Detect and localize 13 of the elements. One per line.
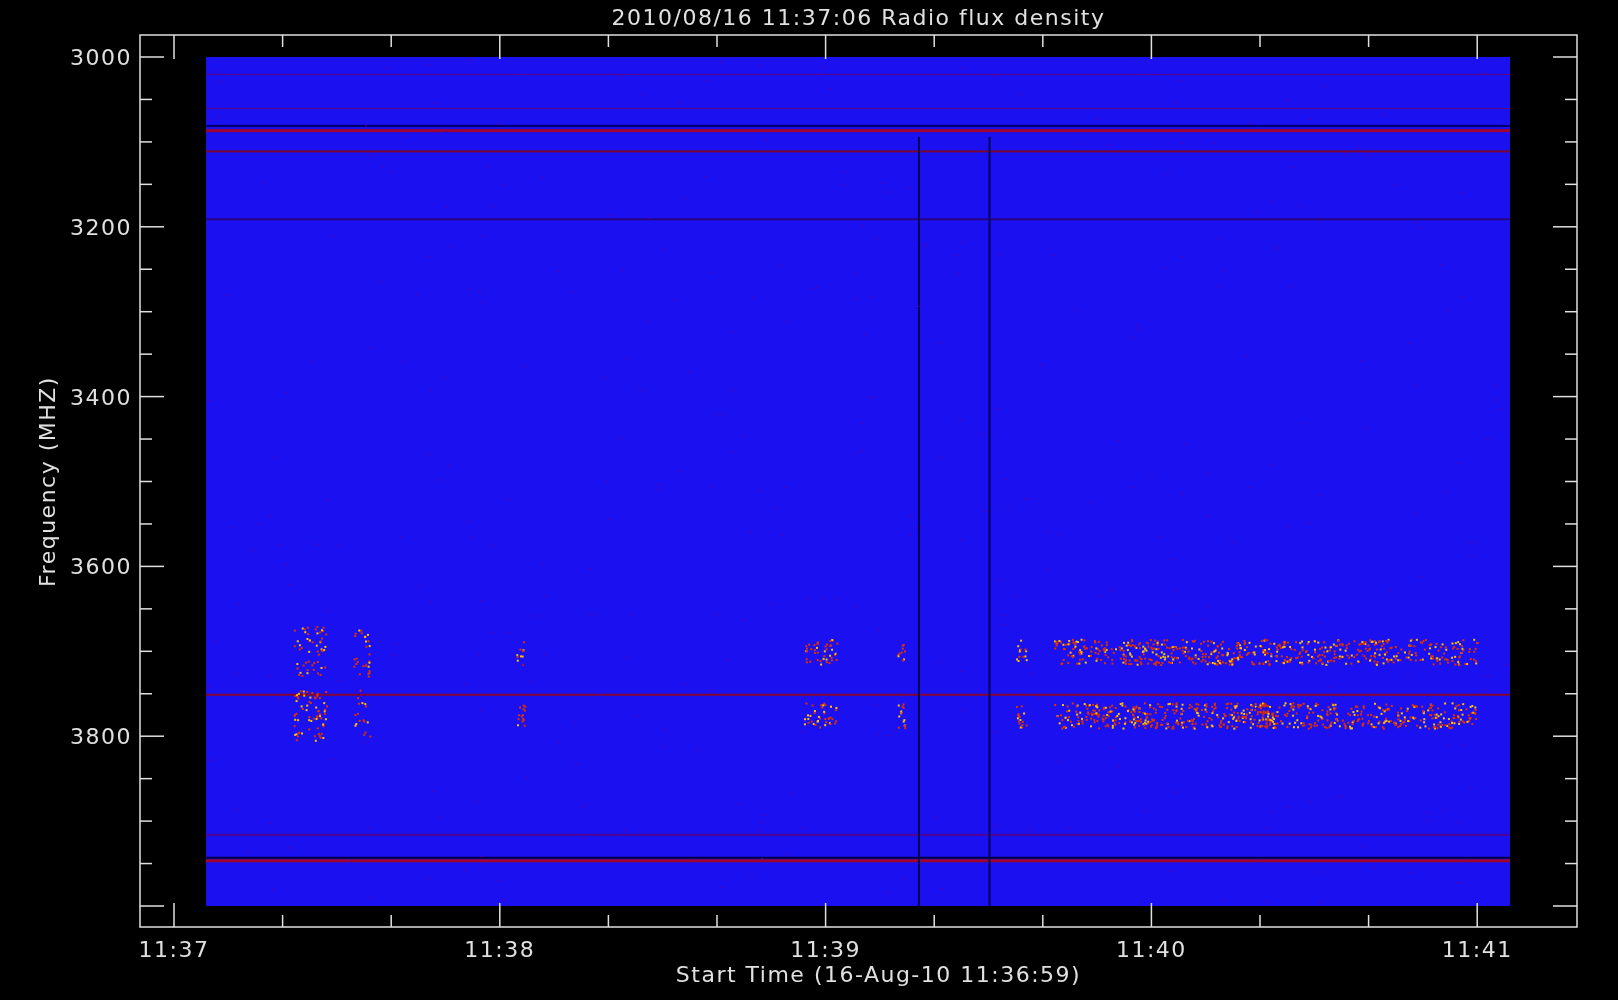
chart-title: 2010/08/16 11:37:06 Radio flux density <box>611 5 1106 30</box>
y-tick-label: 3600 <box>70 554 132 580</box>
x-axis-label: Start Time (16-Aug-10 11:36:59) <box>675 962 1082 987</box>
y-axis-label: Frequency (MHZ) <box>35 376 60 587</box>
x-tick-label: 11:38 <box>464 937 536 962</box>
y-tick-label: 3800 <box>70 724 132 750</box>
x-tick-label: 11:39 <box>790 937 862 962</box>
x-tick-label: 11:37 <box>138 937 210 962</box>
y-tick-label: 3200 <box>70 214 132 240</box>
x-tick-label: 11:40 <box>1115 937 1187 962</box>
y-tick-label: 3400 <box>70 384 132 410</box>
y-tick-label: 3000 <box>70 45 132 70</box>
x-tick-label: 11:41 <box>1441 937 1513 962</box>
